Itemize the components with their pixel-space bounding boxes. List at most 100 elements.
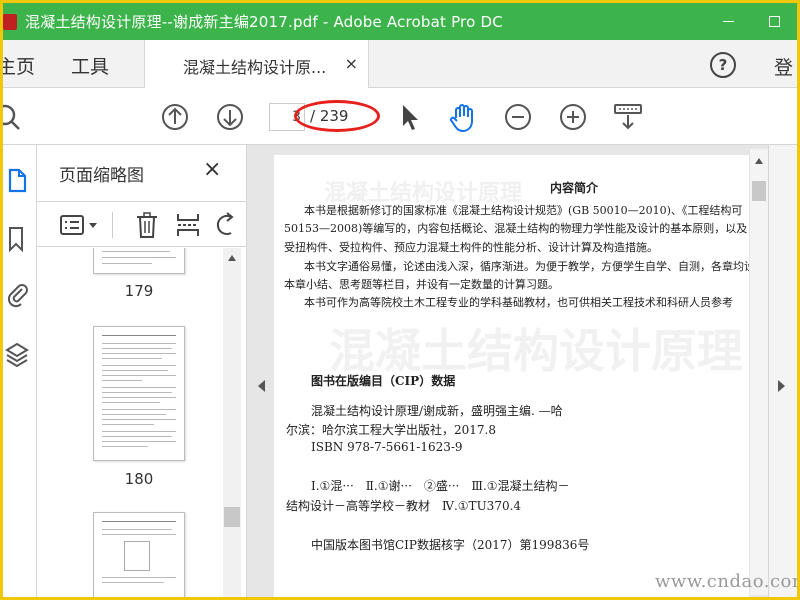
thumb-text-line <box>102 370 168 371</box>
thumb-text-line <box>102 380 142 381</box>
tab-bar: 主页 工具 混凝土结构设计原... × ? 登 <box>3 40 797 88</box>
thumb-text-line <box>102 402 160 403</box>
intro-line: 受扭构件、受拉构件、预应力混凝土构件的性能分析、设计计算及构造措施。 <box>284 241 658 254</box>
thumb-text-line <box>102 335 176 336</box>
thumbnail-options-icon[interactable] <box>59 213 99 237</box>
thumb-figure <box>124 541 150 571</box>
thumbnail-page[interactable] <box>93 248 185 274</box>
thumb-text-line <box>102 392 172 393</box>
thumb-text-line <box>102 348 172 349</box>
intro-line: 50153—2008)等编写的，内容包括概论、混凝土结构的物理力学性能及设计的基… <box>284 222 748 235</box>
document-scroll-thumb[interactable] <box>752 181 766 201</box>
tab-document[interactable]: 混凝土结构设计原... × <box>144 40 369 88</box>
thumb-text-line <box>102 375 176 376</box>
document-view: 混凝土结构设计原理 混凝土结构设计原理 内容简介 本书是根据新修订的国家标准《混… <box>247 145 797 597</box>
window-title: 混凝土结构设计原理--谢成新主编2017.pdf - Adobe Acrobat… <box>25 13 503 31</box>
thumb-text-line <box>102 414 166 415</box>
panel-title: 页面缩略图 <box>59 166 144 186</box>
left-nav-rail <box>3 145 37 597</box>
maximize-button[interactable] <box>751 3 797 40</box>
window-controls <box>705 3 797 40</box>
thumb-text-line <box>102 424 154 425</box>
zoom-out-icon[interactable] <box>503 102 533 132</box>
classification-line: 结构设计－高等学校－教材 Ⅳ.①TU370.4 <box>286 499 522 513</box>
previous-page-icon[interactable] <box>160 102 190 132</box>
intro-line: 本章小结、思考题等栏目，并设有一定数量的计算习题。 <box>284 278 559 291</box>
expand-right-panel-icon[interactable] <box>778 380 785 392</box>
scroll-up-icon[interactable] <box>227 254 237 262</box>
cip-title: 图书在版编目（CIP）数据 <box>311 374 456 388</box>
thumb-text-line <box>102 419 176 420</box>
toolbar-divider <box>112 212 113 238</box>
classification-line: Ⅰ.①混··· Ⅱ.①谢··· ②盛··· Ⅲ.①混凝土结构－ <box>311 479 570 493</box>
title-bar: 混凝土结构设计原理--谢成新主编2017.pdf - Adobe Acrobat… <box>3 3 797 40</box>
thumb-text-line <box>102 397 176 398</box>
search-icon[interactable] <box>3 102 29 132</box>
right-pane-toggle-strip <box>768 145 797 597</box>
attachments-icon[interactable] <box>5 280 29 308</box>
annotation-ellipse <box>294 100 380 132</box>
tab-tools[interactable]: 工具 <box>71 52 109 79</box>
thumbnail-list: 179 180 <box>37 248 223 597</box>
thumb-text-line <box>102 358 162 359</box>
cip-line: ISBN 978-7-5661-1623-9 <box>311 440 463 454</box>
thumbnail-label: 179 <box>124 282 154 300</box>
thumbnail-scroll-thumb[interactable] <box>224 507 240 527</box>
thumb-text-line <box>102 446 148 447</box>
extract-pages-icon[interactable] <box>175 211 201 239</box>
thumb-text-line <box>102 365 176 366</box>
thumb-text-line <box>102 582 164 583</box>
help-icon[interactable]: ? <box>710 52 736 78</box>
thumb-text-line <box>102 534 176 535</box>
maximize-icon <box>768 16 780 27</box>
thumb-text-line <box>102 251 170 252</box>
document-scrollbar[interactable] <box>750 149 768 595</box>
thumb-text-line <box>102 353 176 354</box>
intro-line: 本书是根据新修订的国家标准《混凝土结构设计规范》(GB 50010—2010)、… <box>304 204 743 217</box>
cip-number: 中国版本图书馆CIP数据核字（2017）第199836号 <box>311 538 590 552</box>
thumb-text-line <box>102 441 176 442</box>
cip-line: 尔滨：哈尔滨工程大学出版社，2017.8 <box>286 423 496 437</box>
thumbnail-scrollbar[interactable] <box>223 248 241 597</box>
thumb-text-line <box>102 257 176 258</box>
app-window: 混凝土结构设计原理--谢成新主编2017.pdf - Adobe Acrobat… <box>3 3 797 597</box>
pdf-page: 混凝土结构设计原理 混凝土结构设计原理 内容简介 本书是根据新修订的国家标准《混… <box>274 155 749 597</box>
intro-line: 本书可作为高等院校土木工程专业的学科基础教材，也可供相关工程技术和科研人员参考 <box>304 296 733 309</box>
page-thumbnails-icon[interactable] <box>5 167 29 195</box>
tab-home[interactable]: 主页 <box>3 52 35 79</box>
intro-line: 本书文字通俗易懂，论述由浅入深，循序渐进。为便于教学，方便学生自学、自测，各章均… <box>304 260 749 273</box>
zoom-in-icon[interactable] <box>558 102 588 132</box>
panel-close-button[interactable]: × <box>203 157 221 182</box>
thumb-text-line <box>102 387 176 388</box>
acrobat-app-icon <box>3 13 17 30</box>
thumbnail-page[interactable] <box>93 326 185 461</box>
bookmarks-icon[interactable] <box>5 225 29 253</box>
layers-icon[interactable] <box>5 341 29 371</box>
collapse-left-panel-icon[interactable] <box>258 380 265 392</box>
thumb-text-line <box>102 431 176 432</box>
thumbnail-page[interactable] <box>93 512 185 597</box>
section-heading: 内容简介 <box>550 181 599 195</box>
next-page-icon[interactable] <box>215 102 245 132</box>
hand-tool-icon[interactable] <box>448 102 480 134</box>
scroll-up-icon[interactable] <box>754 157 764 165</box>
minimize-button[interactable] <box>705 3 751 40</box>
cip-line: 混凝土结构设计原理/谢成新，盛明强主编. —哈 <box>311 404 563 418</box>
page-thumbnails-panel: 页面缩略图 × 179 180 <box>37 145 247 597</box>
sign-in-link[interactable]: 登 <box>774 53 793 80</box>
site-watermark: www.cndao.com <box>655 571 797 592</box>
thumb-text-line <box>102 436 172 437</box>
tab-document-label: 混凝土结构设计原... <box>183 58 327 77</box>
rotate-icon[interactable] <box>215 211 239 239</box>
panel-toolbar <box>37 201 247 247</box>
minimize-icon <box>722 21 734 22</box>
thumb-text-line <box>102 343 176 344</box>
thumb-text-line <box>102 263 152 264</box>
toolbar: 3 / 239 <box>3 88 797 145</box>
thumb-text-line <box>102 577 176 578</box>
select-cursor-icon[interactable] <box>398 102 422 132</box>
keyboard-scroll-icon[interactable] <box>612 102 644 132</box>
tab-close-button[interactable]: × <box>345 54 358 73</box>
delete-icon[interactable] <box>135 211 159 239</box>
thumb-text-line <box>102 409 176 410</box>
